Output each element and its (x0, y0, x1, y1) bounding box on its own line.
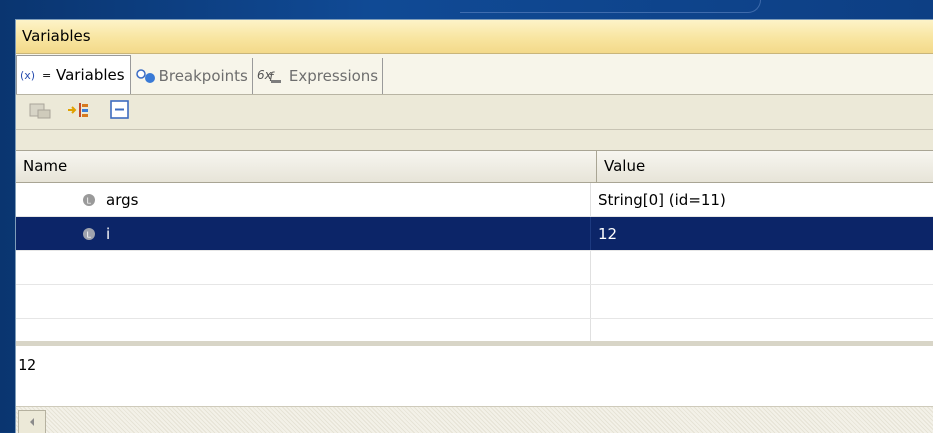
variable-name: i (106, 224, 111, 243)
name-cell: L i (16, 217, 591, 250)
show-logical-structure-icon (67, 100, 93, 124)
expressions-icon: 6x f (257, 67, 287, 85)
table-row[interactable]: L i 12 (16, 217, 933, 251)
svg-text:L: L (87, 196, 92, 205)
column-header-value[interactable]: Value (597, 151, 645, 182)
tab-expressions[interactable]: 6x f Expressions (253, 58, 384, 94)
svg-text:L: L (87, 230, 92, 239)
empty-row (16, 285, 933, 319)
svg-text:=: = (42, 69, 51, 82)
view-tab-bar: (x) = Variables Breakpoints 6x f Express… (16, 54, 933, 95)
scroll-left-button[interactable] (18, 410, 46, 433)
show-type-names-button[interactable] (26, 99, 54, 125)
detail-pane[interactable]: 12 (16, 346, 933, 406)
tab-variables[interactable]: (x) = Variables (16, 55, 131, 94)
view-title: Variables (22, 27, 91, 45)
view-toolbar (16, 95, 933, 130)
detail-text: 12 (18, 356, 37, 374)
column-header-name[interactable]: Name (16, 151, 597, 182)
local-variable-icon: L (82, 227, 96, 241)
table-header: Name Value (16, 150, 933, 183)
tab-breakpoints-label: Breakpoints (158, 67, 248, 85)
view-title-bar[interactable]: Variables (16, 20, 933, 54)
value-cell: String[0] (id=11) (598, 190, 726, 209)
tab-breakpoints[interactable]: Breakpoints (131, 58, 253, 94)
local-variable-icon: L (82, 193, 96, 207)
breakpoints-icon (135, 68, 157, 84)
show-logical-structure-button[interactable] (66, 99, 94, 125)
scroll-left-icon (27, 413, 37, 431)
variables-icon: (x) = (20, 68, 54, 82)
empty-row (16, 251, 933, 285)
value-cell: 12 (598, 224, 618, 243)
tab-expressions-label: Expressions (288, 67, 379, 85)
collapse-all-button[interactable] (106, 99, 134, 125)
variables-table: Name Value L args String[0] (id=11) L i … (16, 150, 933, 349)
svg-text:(x): (x) (20, 69, 35, 82)
tab-variables-label: Variables (56, 66, 125, 84)
show-type-names-icon (28, 100, 52, 124)
variable-name: args (106, 190, 139, 209)
window-edge-decoration (460, 0, 761, 13)
collapse-all-icon (109, 99, 131, 125)
name-cell: L args (16, 183, 591, 216)
variables-view: Variables (x) = Variables Breakpoints 6x… (15, 19, 933, 433)
horizontal-scrollbar[interactable] (16, 406, 933, 433)
table-row[interactable]: L args String[0] (id=11) (16, 183, 933, 217)
